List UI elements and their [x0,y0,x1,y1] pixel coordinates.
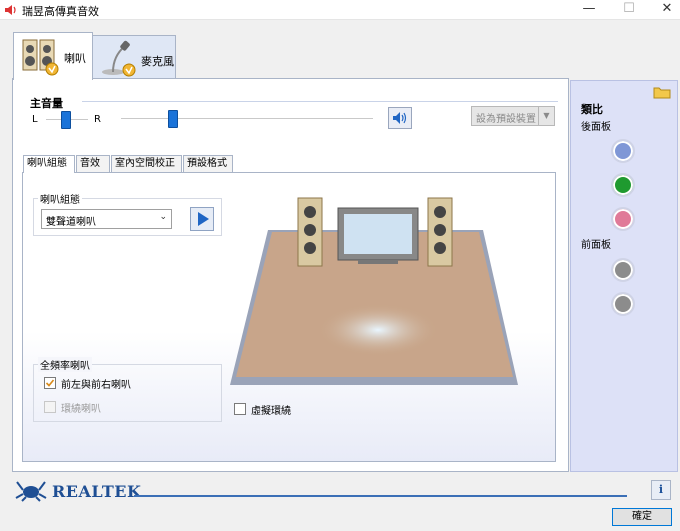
window-title: 瑞昱高傳真音效 [22,5,99,18]
subtab-speaker-config[interactable]: 喇叭組態 [23,155,75,173]
volume-track[interactable] [121,118,373,120]
tab-microphone[interactable]: 麥克風 [92,35,176,79]
jack-front-2[interactable] [611,292,635,316]
speaker-config-legend: 喇叭組態 [38,191,82,206]
speakers-icon [22,39,59,76]
jack-blue[interactable] [611,139,635,163]
tab-microphone-label: 麥克風 [141,55,174,68]
jack-green[interactable] [611,173,635,197]
surround-speakers-label: 環繞喇叭 [61,404,101,415]
checkmark-icon [45,379,55,387]
tab-speakers-label: 喇叭 [64,52,86,65]
front-speakers-label: 前左與前右喇叭 [61,380,131,391]
jack-pink[interactable] [611,207,635,231]
left-label: L [32,114,38,125]
chevron-down-icon[interactable]: ▼ [538,107,554,125]
balance-slider-thumb[interactable] [61,111,71,129]
room-illustration [230,197,518,385]
jack-front-1[interactable] [611,258,635,282]
close-button[interactable]: ✕ [644,0,680,20]
volume-slider-thumb[interactable] [168,110,178,128]
speaker-config-select[interactable]: 雙聲道喇叭 ⌄ [41,209,172,229]
volume-divider [82,101,558,102]
surround-speakers-checkbox[interactable] [44,401,56,413]
left-speaker [297,197,323,267]
front-speakers-checkbox[interactable] [44,377,56,389]
right-label: R [94,114,101,125]
connector-panel: 類比 後面板 前面板 [570,80,678,472]
footer-divider [134,495,627,497]
subtab-room-correction[interactable]: 室內空間校正 [111,155,182,172]
speaker-app-icon [5,5,16,15]
speaker-volume-icon [393,112,407,124]
tab-speakers[interactable]: 喇叭 [13,32,93,80]
play-test-button[interactable] [190,207,214,231]
master-volume-label: 主音量 [30,97,63,110]
virtual-surround-checkbox[interactable] [234,403,246,415]
ok-button[interactable]: 確定 [612,508,672,526]
back-panel-label: 後面板 [581,122,611,133]
microphone-icon [102,40,136,77]
subtab-sound-effects[interactable]: 音效 [76,155,110,172]
front-panel-label: 前面板 [581,240,611,251]
analog-title: 類比 [581,103,603,116]
realtek-crab-logo [15,481,47,502]
set-default-device-label: 設為預設裝置 [476,114,536,125]
title-bar: 瑞昱高傳真音效 — ☐ ✕ [0,0,680,20]
tv-monitor [337,207,419,264]
folder-icon[interactable] [653,85,671,99]
set-default-device-button[interactable]: 設為預設裝置 ▼ [471,106,555,126]
mute-button[interactable] [388,107,412,129]
info-button[interactable]: i [651,480,671,500]
subtab-default-format[interactable]: 預設格式 [183,155,233,172]
play-icon [198,212,209,226]
right-speaker [427,197,453,267]
speaker-config-value: 雙聲道喇叭 [46,217,96,228]
realtek-brand: REALTEK [52,482,142,501]
full-range-legend: 全頻率喇叭 [38,357,92,372]
chevron-down-icon: ⌄ [159,212,167,222]
virtual-surround-label: 虛擬環繞 [251,406,291,417]
